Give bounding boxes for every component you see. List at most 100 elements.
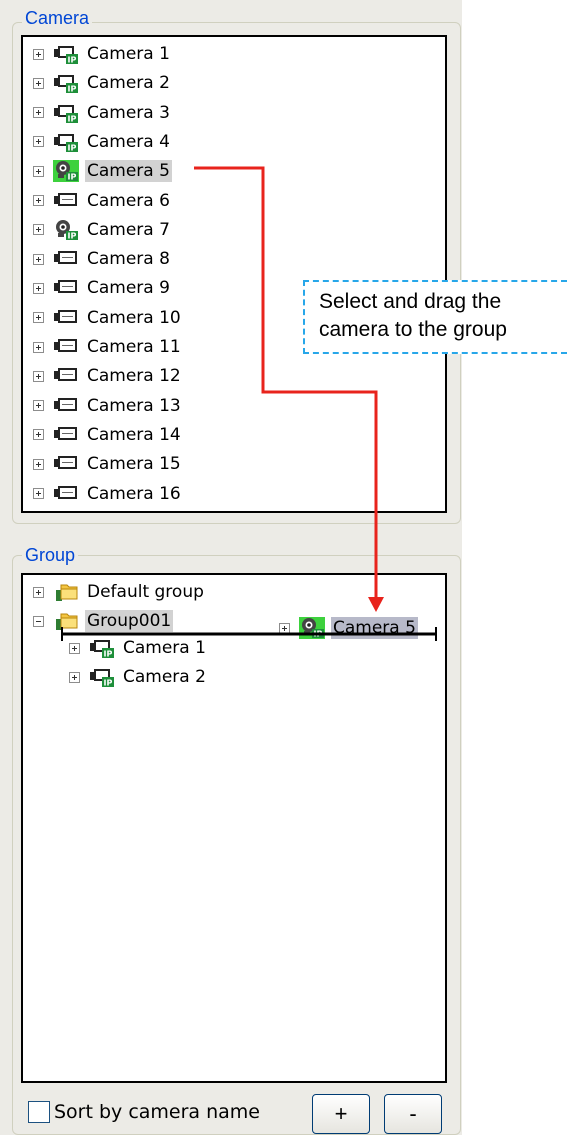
svg-text:IP: IP (68, 143, 77, 152)
camera-tree-item[interactable]: IP Camera 5 (33, 158, 172, 184)
expand-icon[interactable] (33, 429, 44, 441)
ip-camera-icon: IP (53, 131, 79, 153)
expand-icon[interactable] (33, 312, 44, 324)
instruction-text: Select and drag the camera to the group (319, 290, 507, 341)
tree-node-label: Camera 12 (87, 366, 181, 387)
group-tree[interactable]: Default group Group001 IP Camera 1 IP Camera … (21, 573, 447, 1083)
analog-camera-icon (53, 336, 79, 358)
analog-camera-icon (53, 248, 79, 270)
svg-text:IP: IP (68, 56, 77, 65)
expand-icon[interactable] (33, 282, 44, 294)
tree-node-label: Default group (87, 582, 204, 602)
svg-text:IP: IP (314, 630, 323, 639)
camera-tree-item[interactable]: Camera 6 (33, 188, 172, 214)
camera-tree-item[interactable]: Camera 15 (33, 451, 183, 477)
camera-tree-item[interactable]: Camera 14 (33, 422, 183, 448)
tree-node-label: Camera 13 (87, 395, 181, 416)
group-panel-title: Group (22, 545, 79, 565)
camera-tree-item[interactable]: Camera 10 (33, 305, 183, 331)
remove-group-button[interactable]: - (384, 1094, 442, 1134)
expand-icon[interactable] (33, 165, 44, 177)
svg-text:IP: IP (68, 173, 77, 182)
expand-icon[interactable] (33, 586, 44, 598)
svg-text:IP: IP (104, 679, 113, 688)
expand-icon[interactable] (33, 224, 44, 236)
add-group-button[interactable]: + (312, 1094, 370, 1134)
ip-camera-icon: IP (53, 43, 79, 65)
tree-node-label: Camera 6 (87, 190, 170, 211)
analog-camera-icon (53, 424, 79, 446)
group-child-camera-item[interactable]: IP Camera 1 (69, 635, 208, 661)
analog-camera-icon (53, 395, 79, 417)
camera-tree-item[interactable]: IP Camera 4 (33, 129, 172, 155)
expand-icon[interactable] (33, 136, 44, 148)
collapse-icon[interactable] (33, 615, 44, 627)
drag-ghost-item[interactable]: IP Camera 5 (279, 615, 418, 641)
tree-node-label: Camera 8 (87, 249, 170, 270)
ip-camera-icon: IP (89, 637, 115, 659)
expand-icon[interactable] (33, 77, 44, 89)
camera-tree-item[interactable]: Camera 13 (33, 393, 183, 419)
group-child-camera-item[interactable]: IP Camera 2 (69, 664, 208, 690)
tree-node-label: Camera 11 (87, 337, 181, 357)
camera-tree-item[interactable]: Camera 11 (33, 334, 183, 360)
tree-node-label: Camera 14 (87, 424, 181, 445)
tree-node-label: Camera 2 (123, 667, 206, 687)
svg-text:IP: IP (104, 650, 113, 659)
camera-tree-item[interactable]: IP Camera 2 (33, 70, 172, 96)
tree-node-label: Group001 (85, 610, 174, 632)
tree-node-label: Camera 5 (85, 160, 172, 183)
tree-node-label: Camera 2 (87, 73, 170, 94)
camera-tree-item[interactable]: IP Camera 7 (33, 217, 172, 243)
tree-node-label: Camera 9 (87, 278, 170, 299)
tree-node-label: Camera 16 (87, 483, 181, 504)
expand-icon[interactable] (33, 341, 44, 353)
expand-icon[interactable] (33, 195, 44, 206)
tree-node-label: Camera 7 (87, 219, 170, 240)
analog-camera-icon (53, 453, 79, 475)
tree-node-label: Camera 5 (331, 617, 418, 639)
ip-dome-camera-icon: IP (299, 617, 325, 639)
analog-camera-icon (53, 365, 79, 387)
analog-camera-icon (53, 483, 79, 505)
tree-node-label: Camera 3 (87, 102, 170, 123)
ip-camera-icon: IP (89, 666, 115, 688)
folder-icon (53, 610, 79, 632)
tree-node-label: Camera 10 (87, 307, 181, 328)
expand-icon[interactable] (69, 671, 80, 683)
ip-camera-icon: IP (53, 72, 79, 94)
expand-icon[interactable] (33, 488, 44, 499)
camera-tree-item[interactable]: Camera 12 (33, 363, 183, 389)
camera-tree-item[interactable]: IP Camera 1 (33, 41, 172, 67)
svg-text:IP: IP (68, 114, 77, 123)
expand-icon[interactable] (33, 107, 44, 119)
camera-tree-item[interactable]: IP Camera 3 (33, 100, 172, 126)
camera-tree-item[interactable]: Camera 9 (33, 275, 172, 301)
tree-node-label: Camera 1 (87, 44, 170, 64)
analog-camera-icon (53, 277, 79, 299)
folder-icon (53, 581, 79, 603)
svg-text:IP: IP (68, 231, 77, 240)
tree-node-label: Camera 1 (123, 638, 206, 658)
group-tree-item[interactable]: Group001 (33, 608, 174, 634)
expand-icon[interactable] (33, 253, 44, 265)
expand-icon[interactable] (33, 48, 44, 60)
expand-icon[interactable] (33, 370, 44, 382)
analog-camera-icon (53, 190, 79, 212)
camera-tree[interactable]: IP Camera 1 IP Camera 2 IP Camera 3 IP Camera 4… (21, 35, 447, 513)
instruction-callout: Select and drag the camera to the group (303, 280, 567, 354)
group-tree-item[interactable]: Default group (33, 579, 206, 605)
tree-node-label: Camera 15 (87, 454, 181, 475)
ip-camera-icon: IP (53, 102, 79, 124)
analog-camera-icon (53, 307, 79, 329)
sort-by-name-checkbox[interactable] (28, 1101, 50, 1123)
svg-text:IP: IP (68, 85, 77, 94)
ip-dome-camera-icon: IP (53, 160, 79, 183)
expand-icon[interactable] (33, 458, 44, 470)
camera-tree-item[interactable]: Camera 16 (33, 481, 183, 507)
camera-tree-item[interactable]: Camera 8 (33, 246, 172, 272)
expand-icon[interactable] (279, 622, 290, 634)
camera-panel-title: Camera (22, 8, 93, 28)
expand-icon[interactable] (69, 642, 80, 654)
expand-icon[interactable] (33, 400, 44, 412)
